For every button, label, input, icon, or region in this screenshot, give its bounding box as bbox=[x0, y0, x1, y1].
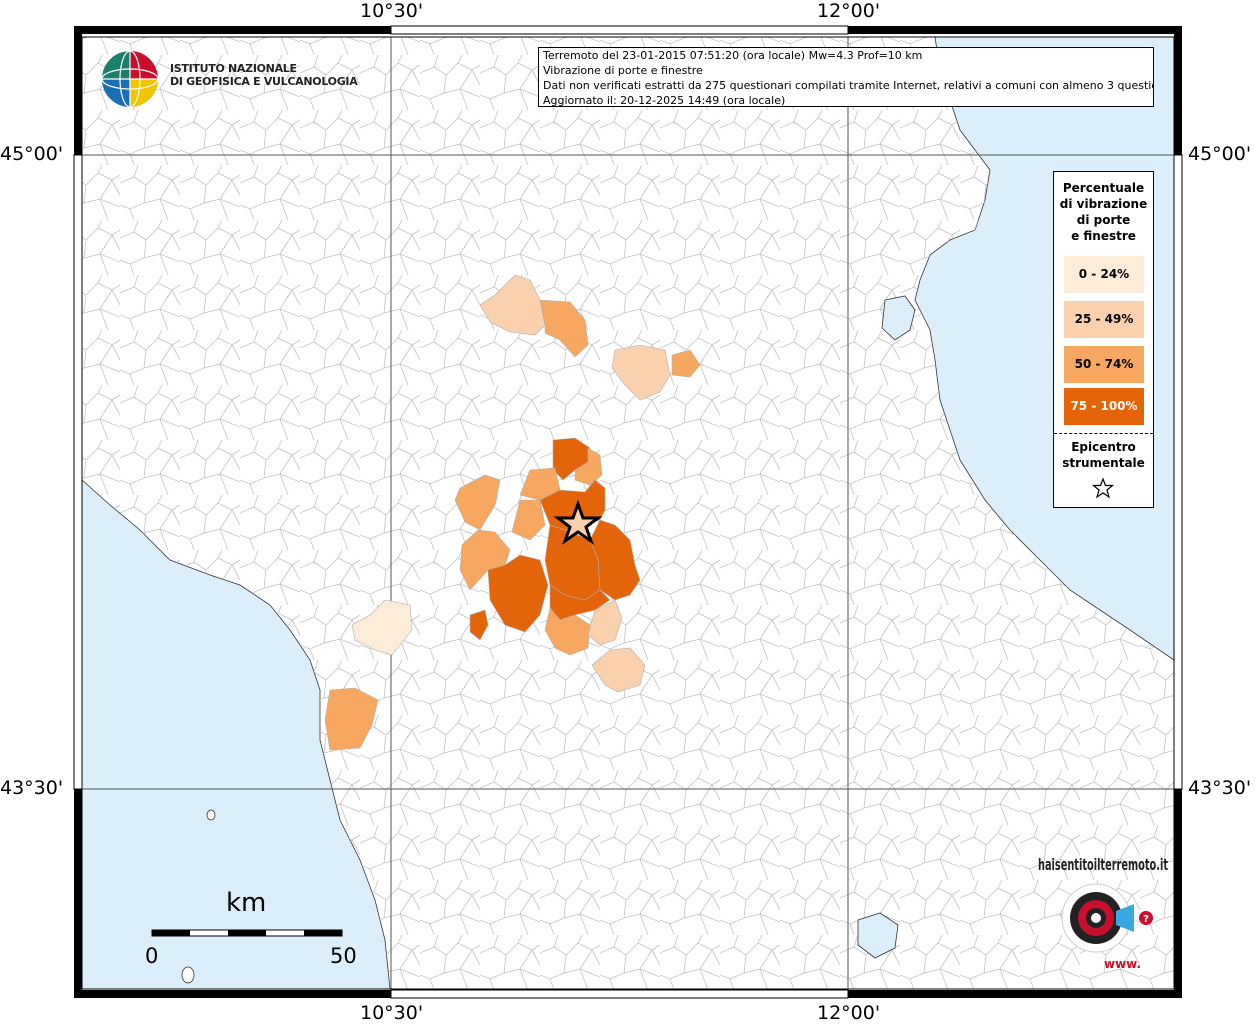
scale-unit: km bbox=[226, 888, 267, 918]
coord-bottom-1200: 12°00' bbox=[817, 1002, 881, 1024]
coord-top-1030: 10°30' bbox=[360, 0, 424, 22]
island bbox=[181, 966, 195, 984]
hsit-text: haisentitoilterremoto.it bbox=[1038, 856, 1168, 874]
legend-epicenter-label: Epicentro strumentale bbox=[1054, 439, 1153, 471]
event-info-line3: Dati non verificati estratti da 275 ques… bbox=[543, 79, 1154, 92]
event-info-line4: Aggiornato il: 20-12-2025 14:49 (ora loc… bbox=[543, 94, 786, 107]
island bbox=[206, 809, 216, 821]
legend-title-line2: di vibrazione bbox=[1059, 197, 1148, 211]
ingv-globe-icon bbox=[101, 50, 159, 108]
legend: Percentuale di vibrazione di porte e fin… bbox=[1053, 171, 1154, 508]
scale-start: 0 bbox=[145, 944, 159, 968]
coord-left-4500: 45°00' bbox=[0, 143, 64, 165]
legend-item-0-24: 0 - 24% bbox=[1064, 256, 1144, 293]
legend-epicenter-line2: strumentale bbox=[1062, 456, 1145, 470]
coord-top-1200: 12°00' bbox=[817, 0, 881, 22]
base-map bbox=[82, 37, 1174, 989]
legend-title-line3: di porte bbox=[1076, 213, 1131, 227]
legend-epicenter-line1: Epicentro bbox=[1071, 440, 1136, 454]
ingv-name: ISTITUTO NAZIONALE DI GEOFISICA E VULCAN… bbox=[170, 62, 358, 88]
svg-text:?: ? bbox=[1143, 914, 1149, 925]
legend-title-line1: Percentuale bbox=[1062, 181, 1145, 195]
legend-item-75-100: 75 - 100% bbox=[1064, 388, 1144, 425]
coord-right-4330: 43°30' bbox=[1188, 777, 1252, 799]
star-icon bbox=[1092, 477, 1114, 499]
event-info-line1: Terremoto del 23-01-2015 07:51:20 (ora l… bbox=[543, 49, 923, 62]
event-info-box: Terremoto del 23-01-2015 07:51:20 (ora l… bbox=[538, 47, 1154, 107]
hsit-www: www. bbox=[1104, 957, 1141, 971]
scale-bar bbox=[151, 929, 343, 937]
legend-item-25-49: 25 - 49% bbox=[1064, 301, 1144, 338]
scale-end: 50 bbox=[330, 944, 357, 968]
legend-separator bbox=[1054, 433, 1153, 434]
ingv-line1: ISTITUTO NAZIONALE bbox=[170, 62, 297, 75]
legend-title: Percentuale di vibrazione di porte e fin… bbox=[1054, 180, 1153, 244]
hsit-logo: ? haisentitoilterremoto.it www. bbox=[1038, 856, 1168, 971]
coord-bottom-1030: 10°30' bbox=[360, 1002, 424, 1024]
ingv-line2: DI GEOFISICA E VULCANOLOGIA bbox=[170, 75, 358, 88]
coord-left-4330: 43°30' bbox=[0, 777, 64, 799]
legend-item-50-74: 50 - 74% bbox=[1064, 346, 1144, 383]
coord-right-4500: 45°00' bbox=[1188, 143, 1252, 165]
event-info-line2: Vibrazione di porte e finestre bbox=[543, 64, 703, 77]
legend-title-line4: e finestre bbox=[1071, 229, 1136, 243]
